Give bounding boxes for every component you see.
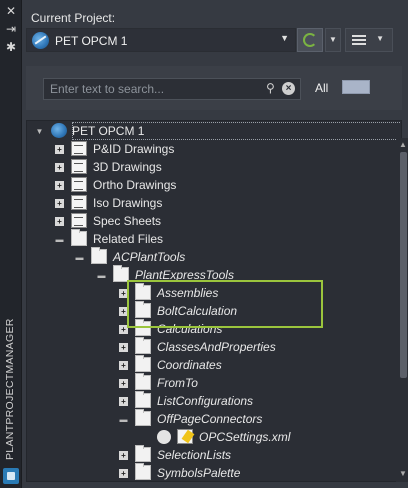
expand-icon[interactable]: + <box>119 397 128 406</box>
tree-item-symbolspalette[interactable]: + SymbolsPalette <box>27 463 367 481</box>
project-globe-icon <box>32 32 49 49</box>
collapse-icon[interactable]: ▼ <box>35 127 44 136</box>
drawing-set-icon <box>71 159 87 174</box>
tree-item-fromto[interactable]: + FromTo <box>27 373 367 392</box>
expand-icon[interactable]: + <box>55 181 64 190</box>
folder-icon <box>91 247 107 264</box>
scroll-thumb[interactable] <box>400 152 407 378</box>
expand-icon[interactable]: + <box>119 451 128 460</box>
tree-item-listconfigurations[interactable]: + ListConfigurations <box>27 391 367 410</box>
chevron-down-icon: ▼ <box>376 34 384 43</box>
project-dropdown[interactable]: PET OPCM 1 ▼ <box>26 28 296 52</box>
refresh-button[interactable] <box>297 28 323 52</box>
search-bar: ⚲ × All <box>26 66 402 110</box>
tree-item-label: Coordinates <box>157 358 222 372</box>
tree-item-label: P&ID Drawings <box>93 142 175 156</box>
spec-sheet-icon <box>71 213 87 228</box>
tree-item-iso-drawings[interactable]: + Iso Drawings <box>27 194 367 212</box>
tree-item-classesandproperties[interactable]: + ClassesAndProperties <box>27 337 367 356</box>
tree-item-label: ClassesAndProperties <box>157 340 276 354</box>
palette-title-strip: ✕ ⇥ ✱ PLANTPROJECTMANAGER <box>0 0 22 488</box>
tree-item-label: Iso Drawings <box>93 196 163 210</box>
app-icon <box>3 468 19 484</box>
tree-item-label: ACPlantTools <box>113 250 186 264</box>
expand-icon[interactable]: + <box>55 217 64 226</box>
search-input[interactable] <box>44 79 259 99</box>
tree-item-selectionlists[interactable]: + SelectionLists <box>27 445 367 464</box>
settings-icon[interactable]: ✱ <box>4 40 18 54</box>
collapse-icon[interactable]: ▬ <box>75 253 84 262</box>
tree-item-label: Related Files <box>93 232 164 246</box>
search-icon[interactable]: ⚲ <box>266 81 275 95</box>
palette-title: PLANTPROJECTMANAGER <box>4 318 16 460</box>
folder-icon <box>135 445 151 462</box>
drawing-set-icon <box>71 195 87 210</box>
chevron-down-icon: ▼ <box>280 33 289 43</box>
drawing-set-icon <box>71 141 87 156</box>
folder-icon <box>135 391 151 408</box>
expand-icon[interactable]: + <box>55 145 64 154</box>
tree-item-spec-sheets[interactable]: + Spec Sheets <box>27 212 367 230</box>
expand-icon[interactable]: + <box>55 163 64 172</box>
drawing-set-icon <box>71 177 87 192</box>
status-icon <box>157 430 171 444</box>
expand-icon[interactable]: + <box>119 361 128 370</box>
tree-item-label: 3D Drawings <box>93 160 162 174</box>
folder-icon <box>135 355 151 372</box>
tree-item-acplanttools[interactable]: ▬ ACPlantTools <box>27 247 367 266</box>
tree-item-label: ListConfigurations <box>157 394 254 408</box>
tree-item-offpageconnectors[interactable]: ▬ OffPageConnectors <box>27 409 367 428</box>
folder-icon <box>135 373 151 390</box>
highlight-box <box>127 280 323 328</box>
search-field: ⚲ × <box>43 78 301 100</box>
tree-item-label: OPCSettings.xml <box>199 430 291 444</box>
close-icon[interactable]: ✕ <box>4 4 18 18</box>
folder-icon <box>135 337 151 354</box>
folder-icon <box>135 409 151 426</box>
tree-scrollbar[interactable]: ▲ ▼ <box>396 138 408 482</box>
tree-item-ortho-drawings[interactable]: + Ortho Drawings <box>27 176 367 194</box>
project-name: PET OPCM 1 <box>55 34 128 48</box>
folder-icon <box>135 463 151 480</box>
current-project-label: Current Project: <box>31 11 116 25</box>
tree-item-label: Ortho Drawings <box>93 178 177 192</box>
project-globe-icon <box>51 123 67 138</box>
tree-item-related-files[interactable]: ▬ Related Files <box>27 229 367 248</box>
expand-icon[interactable]: + <box>119 379 128 388</box>
scroll-down-icon[interactable]: ▼ <box>399 469 407 478</box>
tree-item-label: OffPageConnectors <box>157 412 263 426</box>
selection-outline <box>72 122 401 140</box>
collapse-icon[interactable]: ▬ <box>97 271 106 280</box>
filter-dropdown[interactable] <box>342 80 370 94</box>
expand-icon[interactable]: + <box>119 343 128 352</box>
filter-label: All <box>315 81 329 95</box>
expand-icon[interactable]: + <box>119 469 128 478</box>
clear-search-icon[interactable]: × <box>282 82 295 95</box>
tree-item-label: Spec Sheets <box>93 214 162 228</box>
scroll-up-icon[interactable]: ▲ <box>399 140 407 149</box>
project-manager-panel: Current Project: PET OPCM 1 ▼ ▼ ▼ ⚲ × Al… <box>22 0 408 488</box>
expand-icon[interactable]: + <box>55 199 64 208</box>
collapse-icon[interactable]: ▬ <box>119 415 128 424</box>
refresh-icon <box>303 33 317 47</box>
xml-file-icon <box>177 429 193 444</box>
tree-item-3d-drawings[interactable]: + 3D Drawings <box>27 158 367 176</box>
tree-item-label: FromTo <box>157 376 198 390</box>
tree-item-coordinates[interactable]: + Coordinates <box>27 355 367 374</box>
tree-item-label: SymbolsPalette <box>157 466 241 480</box>
collapse-icon[interactable]: ▬ <box>55 235 64 244</box>
refresh-options-button[interactable]: ▼ <box>325 28 341 52</box>
menu-icon <box>352 35 366 45</box>
tree-item-label: SelectionLists <box>157 448 232 462</box>
tree-item-opcsettings-xml[interactable]: OPCSettings.xml <box>27 428 367 446</box>
project-menu-button[interactable]: ▼ <box>345 28 393 52</box>
folder-icon <box>71 229 87 246</box>
auto-hide-icon[interactable]: ⇥ <box>4 22 18 36</box>
tree-item-pid-drawings[interactable]: + P&ID Drawings <box>27 140 367 158</box>
